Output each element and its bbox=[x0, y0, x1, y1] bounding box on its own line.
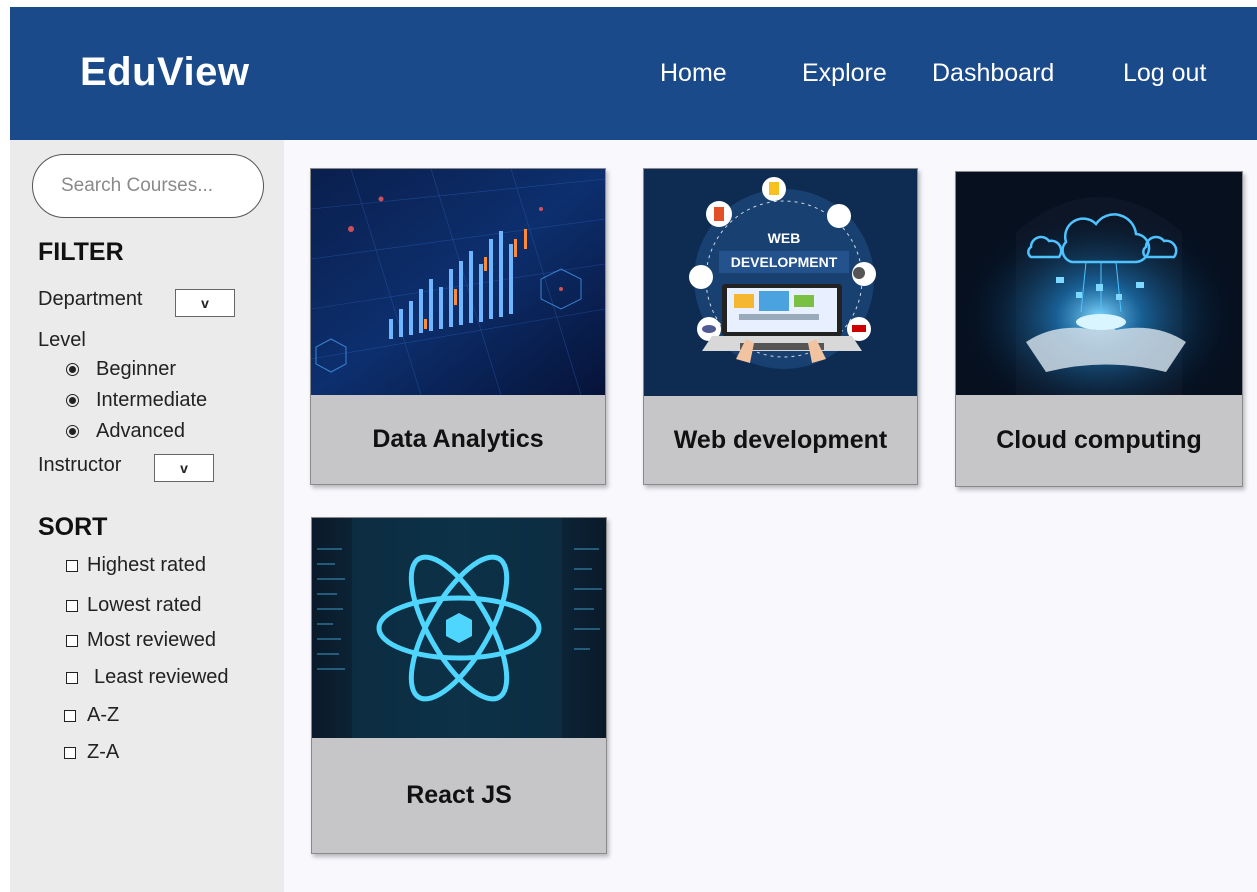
level-option-label: Intermediate bbox=[96, 389, 208, 411]
search-courses-input[interactable] bbox=[32, 154, 264, 218]
course-card-web-development[interactable]: WEB DEVELOPMENT Web development bbox=[643, 168, 918, 485]
sort-option-label: A-Z bbox=[87, 704, 120, 726]
chevron-down-icon: v bbox=[180, 460, 188, 476]
web-image-text-1: WEB bbox=[768, 230, 801, 246]
filter-sidebar: FILTER Department v Level Beginner Inter… bbox=[10, 140, 284, 892]
sort-lowest-rated[interactable]: Lowest rated bbox=[66, 594, 202, 617]
level-option-label: Beginner bbox=[96, 358, 177, 380]
chevron-down-icon: v bbox=[201, 295, 209, 311]
checkbox[interactable] bbox=[64, 746, 76, 759]
course-title: Cloud computing bbox=[956, 395, 1242, 486]
nav-explore-link[interactable]: Explore bbox=[802, 59, 887, 88]
sort-z-a[interactable]: Z-A bbox=[64, 741, 119, 764]
top-navbar: EduView Home Explore Dashboard Log out bbox=[10, 7, 1257, 140]
sort-option-label: Z-A bbox=[87, 741, 120, 763]
course-grid: Data Analytics WEB DEVELOPMENT Web devel… bbox=[284, 140, 1257, 892]
nav-dashboard-link[interactable]: Dashboard bbox=[932, 59, 1054, 88]
nav-logout-link[interactable]: Log out bbox=[1123, 59, 1206, 88]
checkbox[interactable] bbox=[66, 671, 78, 684]
department-dropdown[interactable]: v bbox=[175, 289, 235, 317]
checkbox[interactable] bbox=[66, 599, 78, 612]
react-js-image bbox=[312, 518, 606, 738]
page: EduView Home Explore Dashboard Log out F… bbox=[0, 0, 1257, 892]
course-card-cloud-computing[interactable]: Cloud computing bbox=[955, 171, 1243, 487]
instructor-dropdown[interactable]: v bbox=[154, 454, 214, 482]
level-radio-intermediate[interactable]: Intermediate bbox=[66, 389, 207, 412]
level-label: Level bbox=[38, 329, 86, 351]
level-radio-advanced[interactable]: Advanced bbox=[66, 420, 185, 443]
course-title: Data Analytics bbox=[311, 395, 605, 484]
sort-option-label: Highest rated bbox=[87, 554, 206, 576]
sort-a-z[interactable]: A-Z bbox=[64, 704, 119, 727]
checkbox[interactable] bbox=[66, 559, 78, 572]
checkbox[interactable] bbox=[64, 709, 76, 722]
sort-heading: SORT bbox=[38, 513, 108, 541]
course-card-data-analytics[interactable]: Data Analytics bbox=[310, 168, 606, 485]
sort-option-label: Most reviewed bbox=[87, 629, 216, 651]
radio-button[interactable] bbox=[66, 394, 79, 407]
instructor-label: Instructor bbox=[38, 454, 122, 476]
nav-home-link[interactable]: Home bbox=[660, 59, 727, 88]
app-logo[interactable]: EduView bbox=[80, 50, 249, 95]
checkbox[interactable] bbox=[66, 634, 78, 647]
radio-button[interactable] bbox=[66, 425, 79, 438]
filter-heading: FILTER bbox=[38, 238, 124, 266]
web-development-image: WEB DEVELOPMENT bbox=[644, 169, 917, 396]
sort-option-label: Least reviewed bbox=[94, 666, 229, 688]
sort-least-reviewed[interactable]: Least reviewed bbox=[66, 666, 229, 689]
course-title: React JS bbox=[312, 738, 606, 853]
department-label: Department bbox=[38, 288, 143, 310]
level-radio-beginner[interactable]: Beginner bbox=[66, 358, 176, 381]
sort-most-reviewed[interactable]: Most reviewed bbox=[66, 629, 216, 652]
radio-button[interactable] bbox=[66, 363, 79, 376]
course-title: Web development bbox=[644, 396, 917, 484]
sort-highest-rated[interactable]: Highest rated bbox=[66, 554, 206, 577]
level-option-label: Advanced bbox=[96, 420, 185, 442]
web-image-text-2: DEVELOPMENT bbox=[731, 254, 838, 270]
course-card-react-js[interactable]: React JS bbox=[311, 517, 607, 854]
data-analytics-image bbox=[311, 169, 605, 395]
sort-option-label: Lowest rated bbox=[87, 594, 202, 616]
cloud-computing-image bbox=[956, 172, 1242, 395]
